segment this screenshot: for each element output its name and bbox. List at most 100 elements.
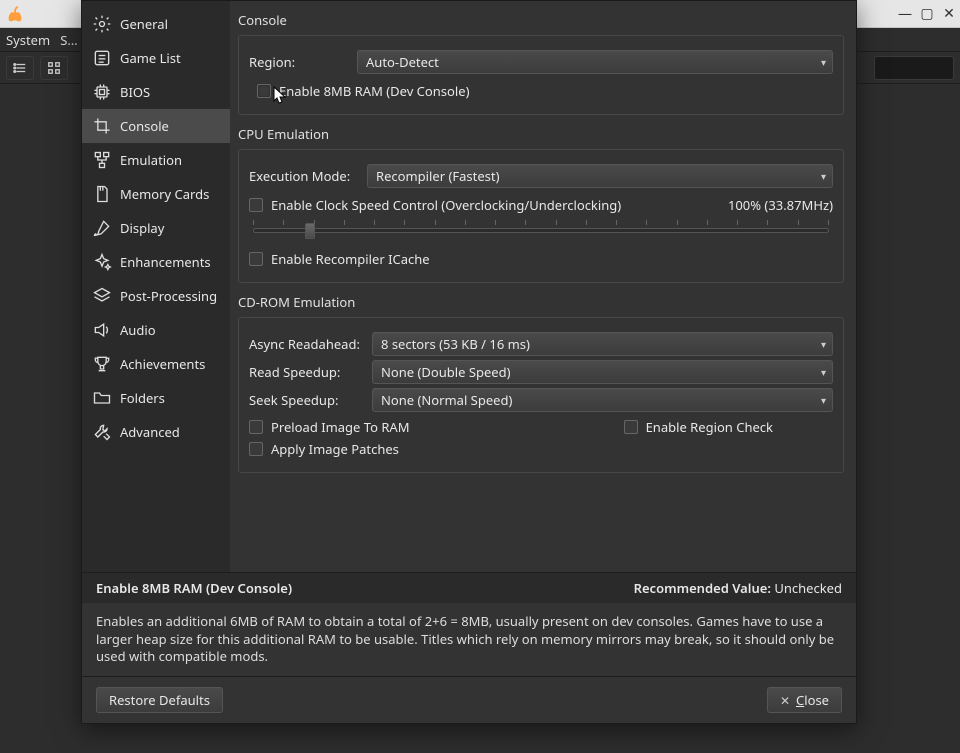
sidebar-item-general[interactable]: General [82,7,230,41]
tools-icon [92,422,112,442]
speaker-icon [92,320,112,340]
sidebar-item-label: Audio [120,321,156,339]
layers-icon [92,286,112,306]
minimize-button[interactable]: — [894,3,916,25]
group-console: Region: Auto-Detect ▾ Enable 8MB RAM (De… [238,35,844,115]
help-recommended: Recommended Value: Unchecked [634,579,842,597]
preload-label: Preload Image To RAM [271,418,410,436]
chevron-down-icon: ▾ [821,169,826,183]
checkbox-icon [249,198,263,212]
menu-settings-truncated[interactable]: S… [60,31,77,49]
checkbox-icon [249,252,263,266]
async-label: Async Readahead: [249,335,364,353]
settings-dialog: General Game List BIOS Console Emulation… [81,0,857,724]
sidebar-item-folders[interactable]: Folders [82,381,230,415]
folder-icon [92,388,112,408]
sidebar-item-memory-cards[interactable]: Memory Cards [82,177,230,211]
chip-icon [92,82,112,102]
sidebar-item-advanced[interactable]: Advanced [82,415,230,449]
flowchart-icon [92,150,112,170]
icache-checkbox[interactable]: Enable Recompiler ICache [249,250,430,268]
sidebar-item-label: General [120,15,168,33]
sidebar-item-label: Memory Cards [120,185,209,203]
exec-mode-label: Execution Mode: [249,167,359,185]
chevron-down-icon: ▾ [821,55,826,69]
restore-defaults-button[interactable]: Restore Defaults [96,687,223,713]
close-button[interactable]: ✕ Close [767,687,842,713]
async-value: 8 sectors (53 KB / 16 ms) [381,335,530,353]
sidebar-item-label: Folders [120,389,165,407]
brush-icon [92,218,112,238]
sidebar-item-label: Enhancements [120,253,211,271]
sidebar-item-achievements[interactable]: Achievements [82,347,230,381]
exec-mode-value: Recompiler (Fastest) [376,167,499,185]
menu-system[interactable]: System [6,31,50,49]
sidebar-item-label: BIOS [120,83,150,101]
checkbox-icon [624,420,638,434]
clock-speed-label: Enable Clock Speed Control (Overclocking… [271,196,621,214]
seek-speedup-label: Seek Speedup: [249,391,364,409]
sidebar-item-enhancements[interactable]: Enhancements [82,245,230,279]
sidebar-item-label: Achievements [120,355,205,373]
chevron-down-icon: ▾ [821,365,826,379]
icache-label: Enable Recompiler ICache [271,250,430,268]
close-window-button[interactable]: ✕ [938,3,960,25]
close-icon: ✕ [780,692,790,709]
seek-speedup-value: None (Normal Speed) [381,391,512,409]
group-cpu: Execution Mode: Recompiler (Fastest) ▾ E… [238,149,844,283]
gear-icon [92,14,112,34]
clock-speed-checkbox[interactable]: Enable Clock Speed Control (Overclocking… [249,196,621,214]
sidebar-item-audio[interactable]: Audio [82,313,230,347]
seek-speedup-select[interactable]: None (Normal Speed) ▾ [372,388,833,412]
sidebar-item-label: Console [120,117,169,135]
sidebar-item-game-list[interactable]: Game List [82,41,230,75]
clock-speed-slider[interactable] [253,220,829,240]
settings-sidebar: General Game List BIOS Console Emulation… [82,1,230,572]
sidebar-item-console[interactable]: Console [82,109,230,143]
apply-patches-checkbox[interactable]: Apply Image Patches [249,440,399,458]
sparkle-icon [92,252,112,272]
checkbox-icon [257,84,271,98]
enable-8mb-label: Enable 8MB RAM (Dev Console) [279,82,469,100]
trophy-icon [92,354,112,374]
sidebar-item-label: Post-Processing [120,287,217,305]
region-select[interactable]: Auto-Detect ▾ [357,50,833,74]
enable-8mb-checkbox[interactable]: Enable 8MB RAM (Dev Console) [257,82,469,100]
sidebar-item-label: Advanced [120,423,180,441]
group-title-console: Console [238,11,844,29]
help-body: Enables an additional 6MB of RAM to obta… [82,603,856,676]
view-grid-button[interactable] [40,56,68,80]
chevron-down-icon: ▾ [821,337,826,351]
settings-content: Console Region: Auto-Detect ▾ Enable 8MB… [230,1,856,572]
read-speedup-select[interactable]: None (Double Speed) ▾ [372,360,833,384]
view-list-button[interactable] [6,56,34,80]
help-panel: Enable 8MB RAM (Dev Console) Recommended… [82,572,856,676]
sidebar-item-label: Game List [120,49,181,67]
region-label: Region: [249,53,349,71]
region-check-checkbox[interactable]: Enable Region Check [624,418,773,436]
apply-patches-label: Apply Image Patches [271,440,399,458]
sidebar-item-display[interactable]: Display [82,211,230,245]
read-speedup-label: Read Speedup: [249,363,364,381]
preload-checkbox[interactable]: Preload Image To RAM [249,418,410,436]
app-icon [4,3,26,25]
checkbox-icon [249,442,263,456]
sidebar-item-bios[interactable]: BIOS [82,75,230,109]
sidebar-item-post-processing[interactable]: Post-Processing [82,279,230,313]
exec-mode-select[interactable]: Recompiler (Fastest) ▾ [367,164,833,188]
maximize-button[interactable]: ▢ [916,3,938,25]
group-title-cdrom: CD-ROM Emulation [238,293,844,311]
checkbox-icon [249,420,263,434]
help-heading: Enable 8MB RAM (Dev Console) [96,579,292,597]
sdcard-icon [92,184,112,204]
read-speedup-value: None (Double Speed) [381,363,511,381]
sidebar-item-emulation[interactable]: Emulation [82,143,230,177]
region-check-label: Enable Region Check [646,418,773,436]
dialog-footer: Restore Defaults ✕ Close [82,676,856,723]
clock-speed-value: 100% (33.87MHz) [728,196,833,214]
sidebar-item-label: Emulation [120,151,182,169]
crop-icon [92,116,112,136]
async-select[interactable]: 8 sectors (53 KB / 16 ms) ▾ [372,332,833,356]
toolbar-search-input[interactable] [874,56,954,80]
group-cdrom: Async Readahead: 8 sectors (53 KB / 16 m… [238,317,844,473]
